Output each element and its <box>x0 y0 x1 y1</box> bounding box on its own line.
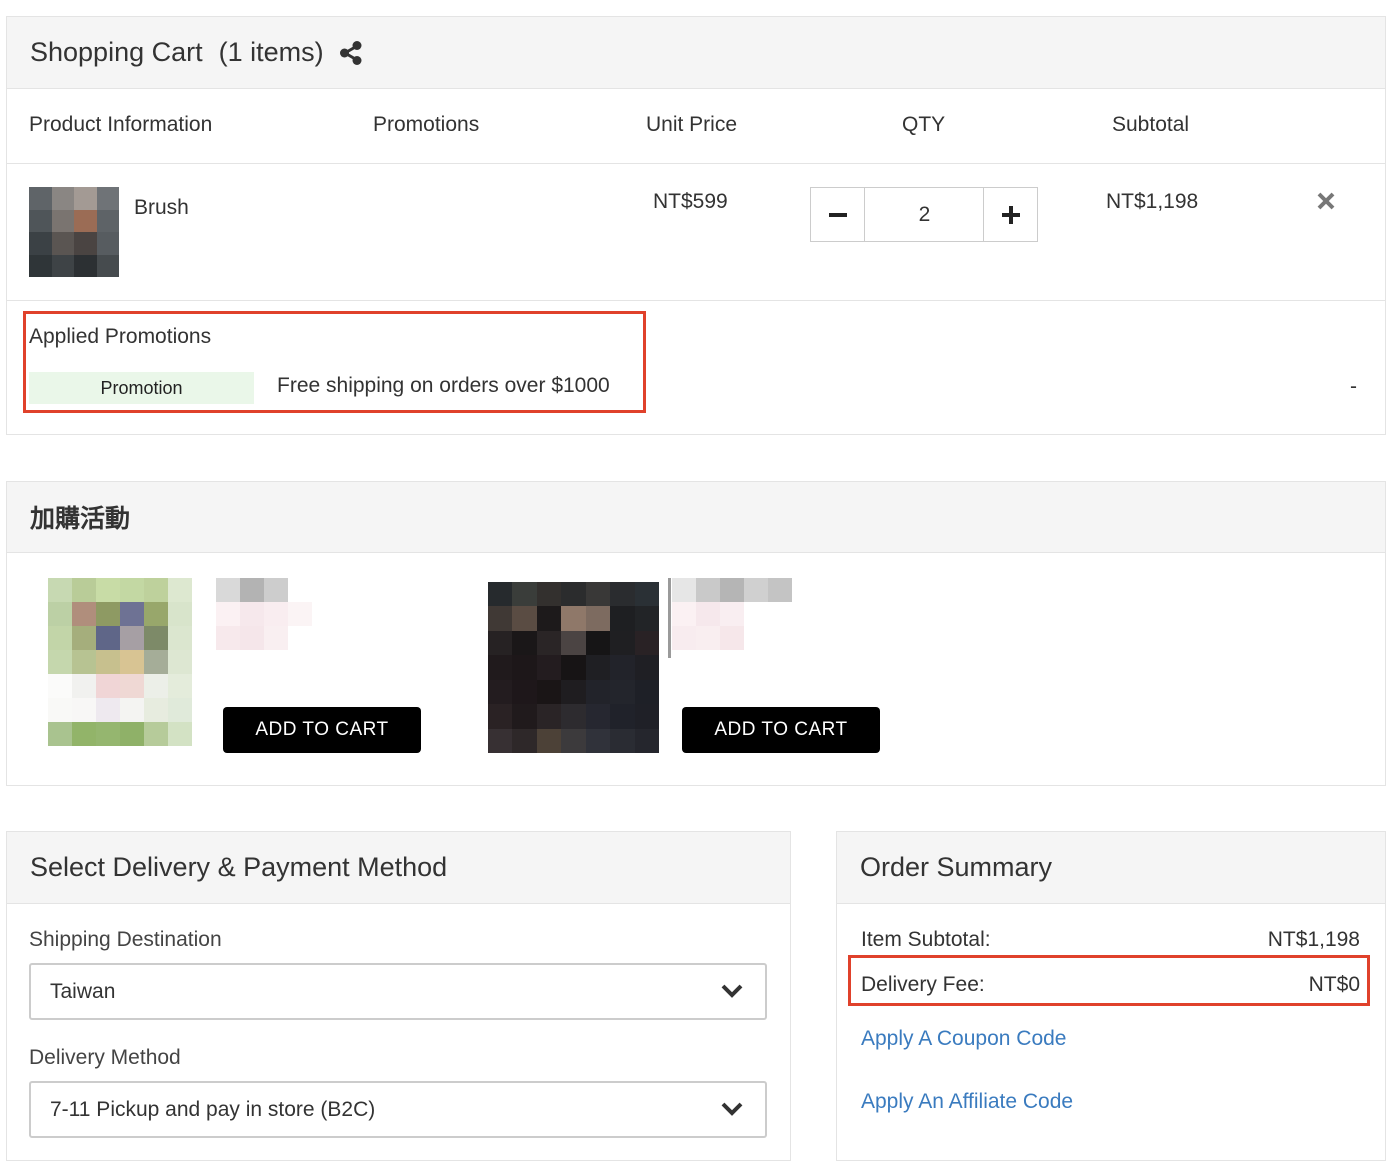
shipping-destination-value: Taiwan <box>50 979 116 1003</box>
addon-header: 加購活動 <box>7 482 1385 553</box>
addon-product-2-image-divider <box>668 578 671 658</box>
applied-promotions-title: Applied Promotions <box>29 325 212 348</box>
minus-icon <box>828 212 847 217</box>
addon-product-1-name <box>216 578 312 650</box>
cart-item-count: (1 items) <box>218 37 324 67</box>
item-subtotal-label: Item Subtotal: <box>861 928 991 951</box>
promotion-tag: Promotion <box>29 372 254 404</box>
promotion-amount: - <box>1350 375 1357 398</box>
delivery-title: Select Delivery & Payment Method <box>30 852 448 882</box>
chevron-down-icon <box>721 1102 743 1116</box>
decrease-qty-button[interactable] <box>810 187 865 242</box>
product-name[interactable]: Brush <box>134 196 189 220</box>
col-qty: QTY <box>902 113 946 136</box>
col-unit-price: Unit Price <box>646 113 738 136</box>
addon-product-2-image[interactable] <box>488 582 659 753</box>
cart-header: Shopping Cart (1 items) <box>7 17 1385 89</box>
col-subtotal: Subtotal <box>1112 113 1190 136</box>
order-summary-title: Order Summary <box>860 852 1053 882</box>
item-subtotal: NT$1,198 <box>1106 190 1199 213</box>
delivery-fee-value: NT$0 <box>1308 973 1360 996</box>
product-thumbnail[interactable] <box>29 187 119 277</box>
unit-price: NT$599 <box>653 190 728 213</box>
chevron-down-icon <box>721 984 743 998</box>
addon-product-1-add-to-cart-button[interactable]: ADD TO CART <box>223 707 421 753</box>
shipping-destination-select[interactable]: Taiwan <box>29 963 767 1020</box>
increase-qty-button[interactable] <box>983 187 1038 242</box>
cart-title: Shopping Cart <box>30 37 203 67</box>
addon-product-2-name <box>672 578 792 650</box>
delivery-fee-label: Delivery Fee: <box>861 973 985 996</box>
header-divider <box>7 163 1385 164</box>
col-promotions: Promotions <box>373 113 480 136</box>
col-product-information: Product Information <box>29 113 213 136</box>
delivery-header: Select Delivery & Payment Method <box>7 832 790 904</box>
order-summary-header: Order Summary <box>837 832 1385 904</box>
plus-icon <box>1001 205 1020 224</box>
item-divider <box>7 300 1385 301</box>
delivery-method-label: Delivery Method <box>29 1046 181 1069</box>
apply-coupon-link[interactable]: Apply A Coupon Code <box>861 1027 1067 1051</box>
addon-title: 加購活動 <box>30 504 131 533</box>
delivery-method-select[interactable]: 7-11 Pickup and pay in store (B2C) <box>29 1081 767 1138</box>
apply-affiliate-link[interactable]: Apply An Affiliate Code <box>861 1090 1073 1114</box>
item-subtotal-value: NT$1,198 <box>1267 928 1360 951</box>
delivery-method-value: 7-11 Pickup and pay in store (B2C) <box>50 1097 376 1121</box>
quantity-input[interactable] <box>865 187 984 242</box>
shipping-destination-label: Shipping Destination <box>29 928 222 951</box>
addon-product-2-add-to-cart-button[interactable]: ADD TO CART <box>682 707 880 753</box>
remove-icon[interactable] <box>1316 191 1336 216</box>
promotion-description: Free shipping on orders over $1000 <box>277 374 610 397</box>
addon-product-1-image[interactable] <box>48 578 192 746</box>
share-icon[interactable] <box>338 40 364 66</box>
